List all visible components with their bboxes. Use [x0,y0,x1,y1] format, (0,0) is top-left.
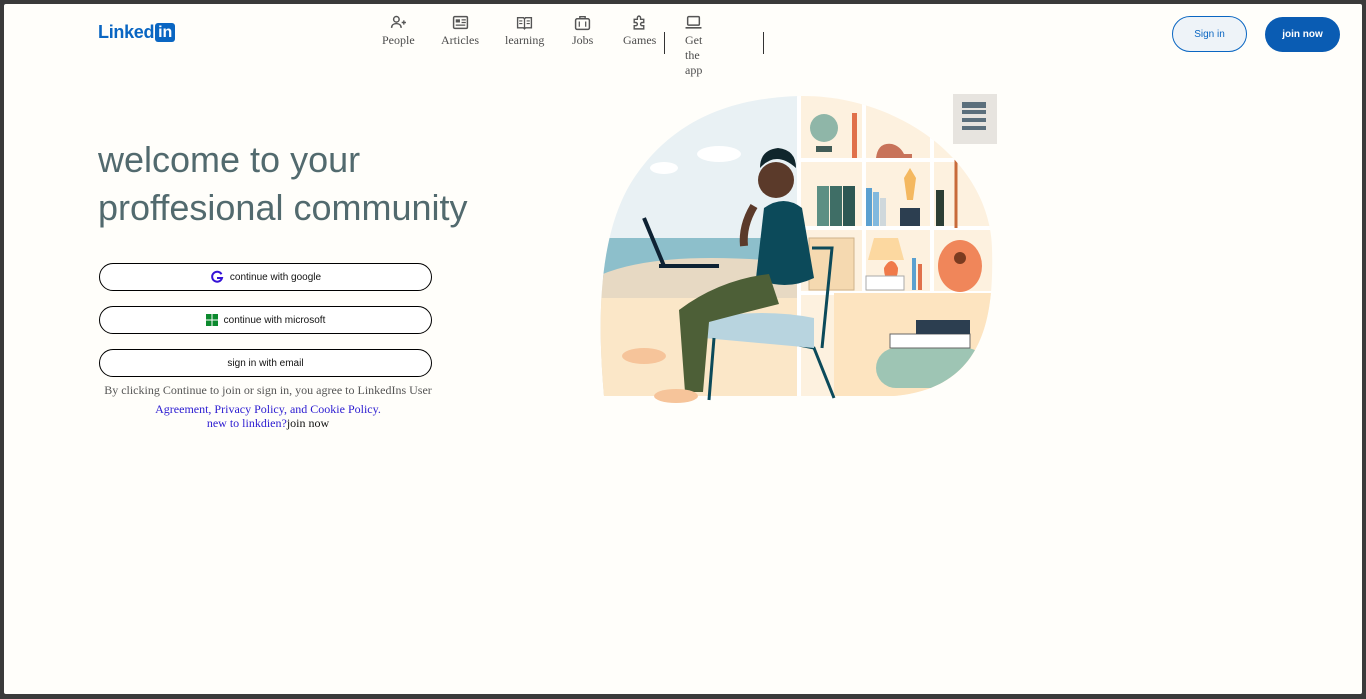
headline-line-1: welcome to your [98,139,361,180]
nav-games-label: Games [623,33,657,47]
join-now-button[interactable]: join now [1265,17,1340,52]
terms-links[interactable]: Agreement, Privacy Policy, and Cookie Po… [155,402,381,416]
signup-link[interactable]: new to linkdien? [207,416,287,430]
sign-in-with-email-button[interactable]: sign in with email [99,349,432,377]
nav-get-app-label: Get the app [685,33,703,77]
microsoft-icon [205,314,218,326]
nav-articles-label: Articles [441,33,479,47]
google-button-label: continue with google [229,271,322,283]
nav-divider [664,32,665,54]
page: Linked in People Articles learning Jobs … [4,4,1362,694]
nav-get-app[interactable]: Get the app [685,14,702,78]
google-icon [210,270,224,284]
signup-prompt: new to linkdien?join now [98,416,438,431]
continue-with-google-button[interactable]: continue with google [99,263,432,291]
learning-icon [517,17,533,30]
email-button-label: sign in with email [227,357,304,369]
terms-line-1: By clicking Continue to join or sign in,… [104,383,432,397]
games-icon [633,15,645,30]
nav-divider [763,32,764,54]
page-title: welcome to your proffesional community [98,136,518,232]
logo-word: Linked [98,22,155,42]
nav-games[interactable]: Games [623,14,656,48]
nav-articles[interactable]: Articles [441,14,479,48]
nav-jobs[interactable]: Jobs [572,14,593,48]
nav-people-label: People [382,33,415,47]
laptop-icon [685,15,702,29]
terms-notice: By clicking Continue to join or sign in,… [98,384,438,416]
continue-with-microsoft-button[interactable]: continue with microsoft [99,306,432,334]
microsoft-button-label: continue with microsoft [223,314,326,326]
nav-learning-label: learning [505,33,545,47]
headline-line-2: proffesional community [98,187,468,228]
people-icon [390,15,406,28]
signup-join-now[interactable]: join now [287,416,329,430]
logo-box: in [155,23,176,42]
linkedin-logo[interactable]: Linked in [98,22,176,43]
sign-in-button[interactable]: Sign in [1172,16,1247,52]
articles-icon [452,15,468,30]
hero-illustration [600,94,997,403]
nav-people[interactable]: People [382,14,415,48]
jobs-icon [575,15,591,31]
nav-learning[interactable]: learning [505,14,544,48]
nav-jobs-label: Jobs [572,33,594,47]
